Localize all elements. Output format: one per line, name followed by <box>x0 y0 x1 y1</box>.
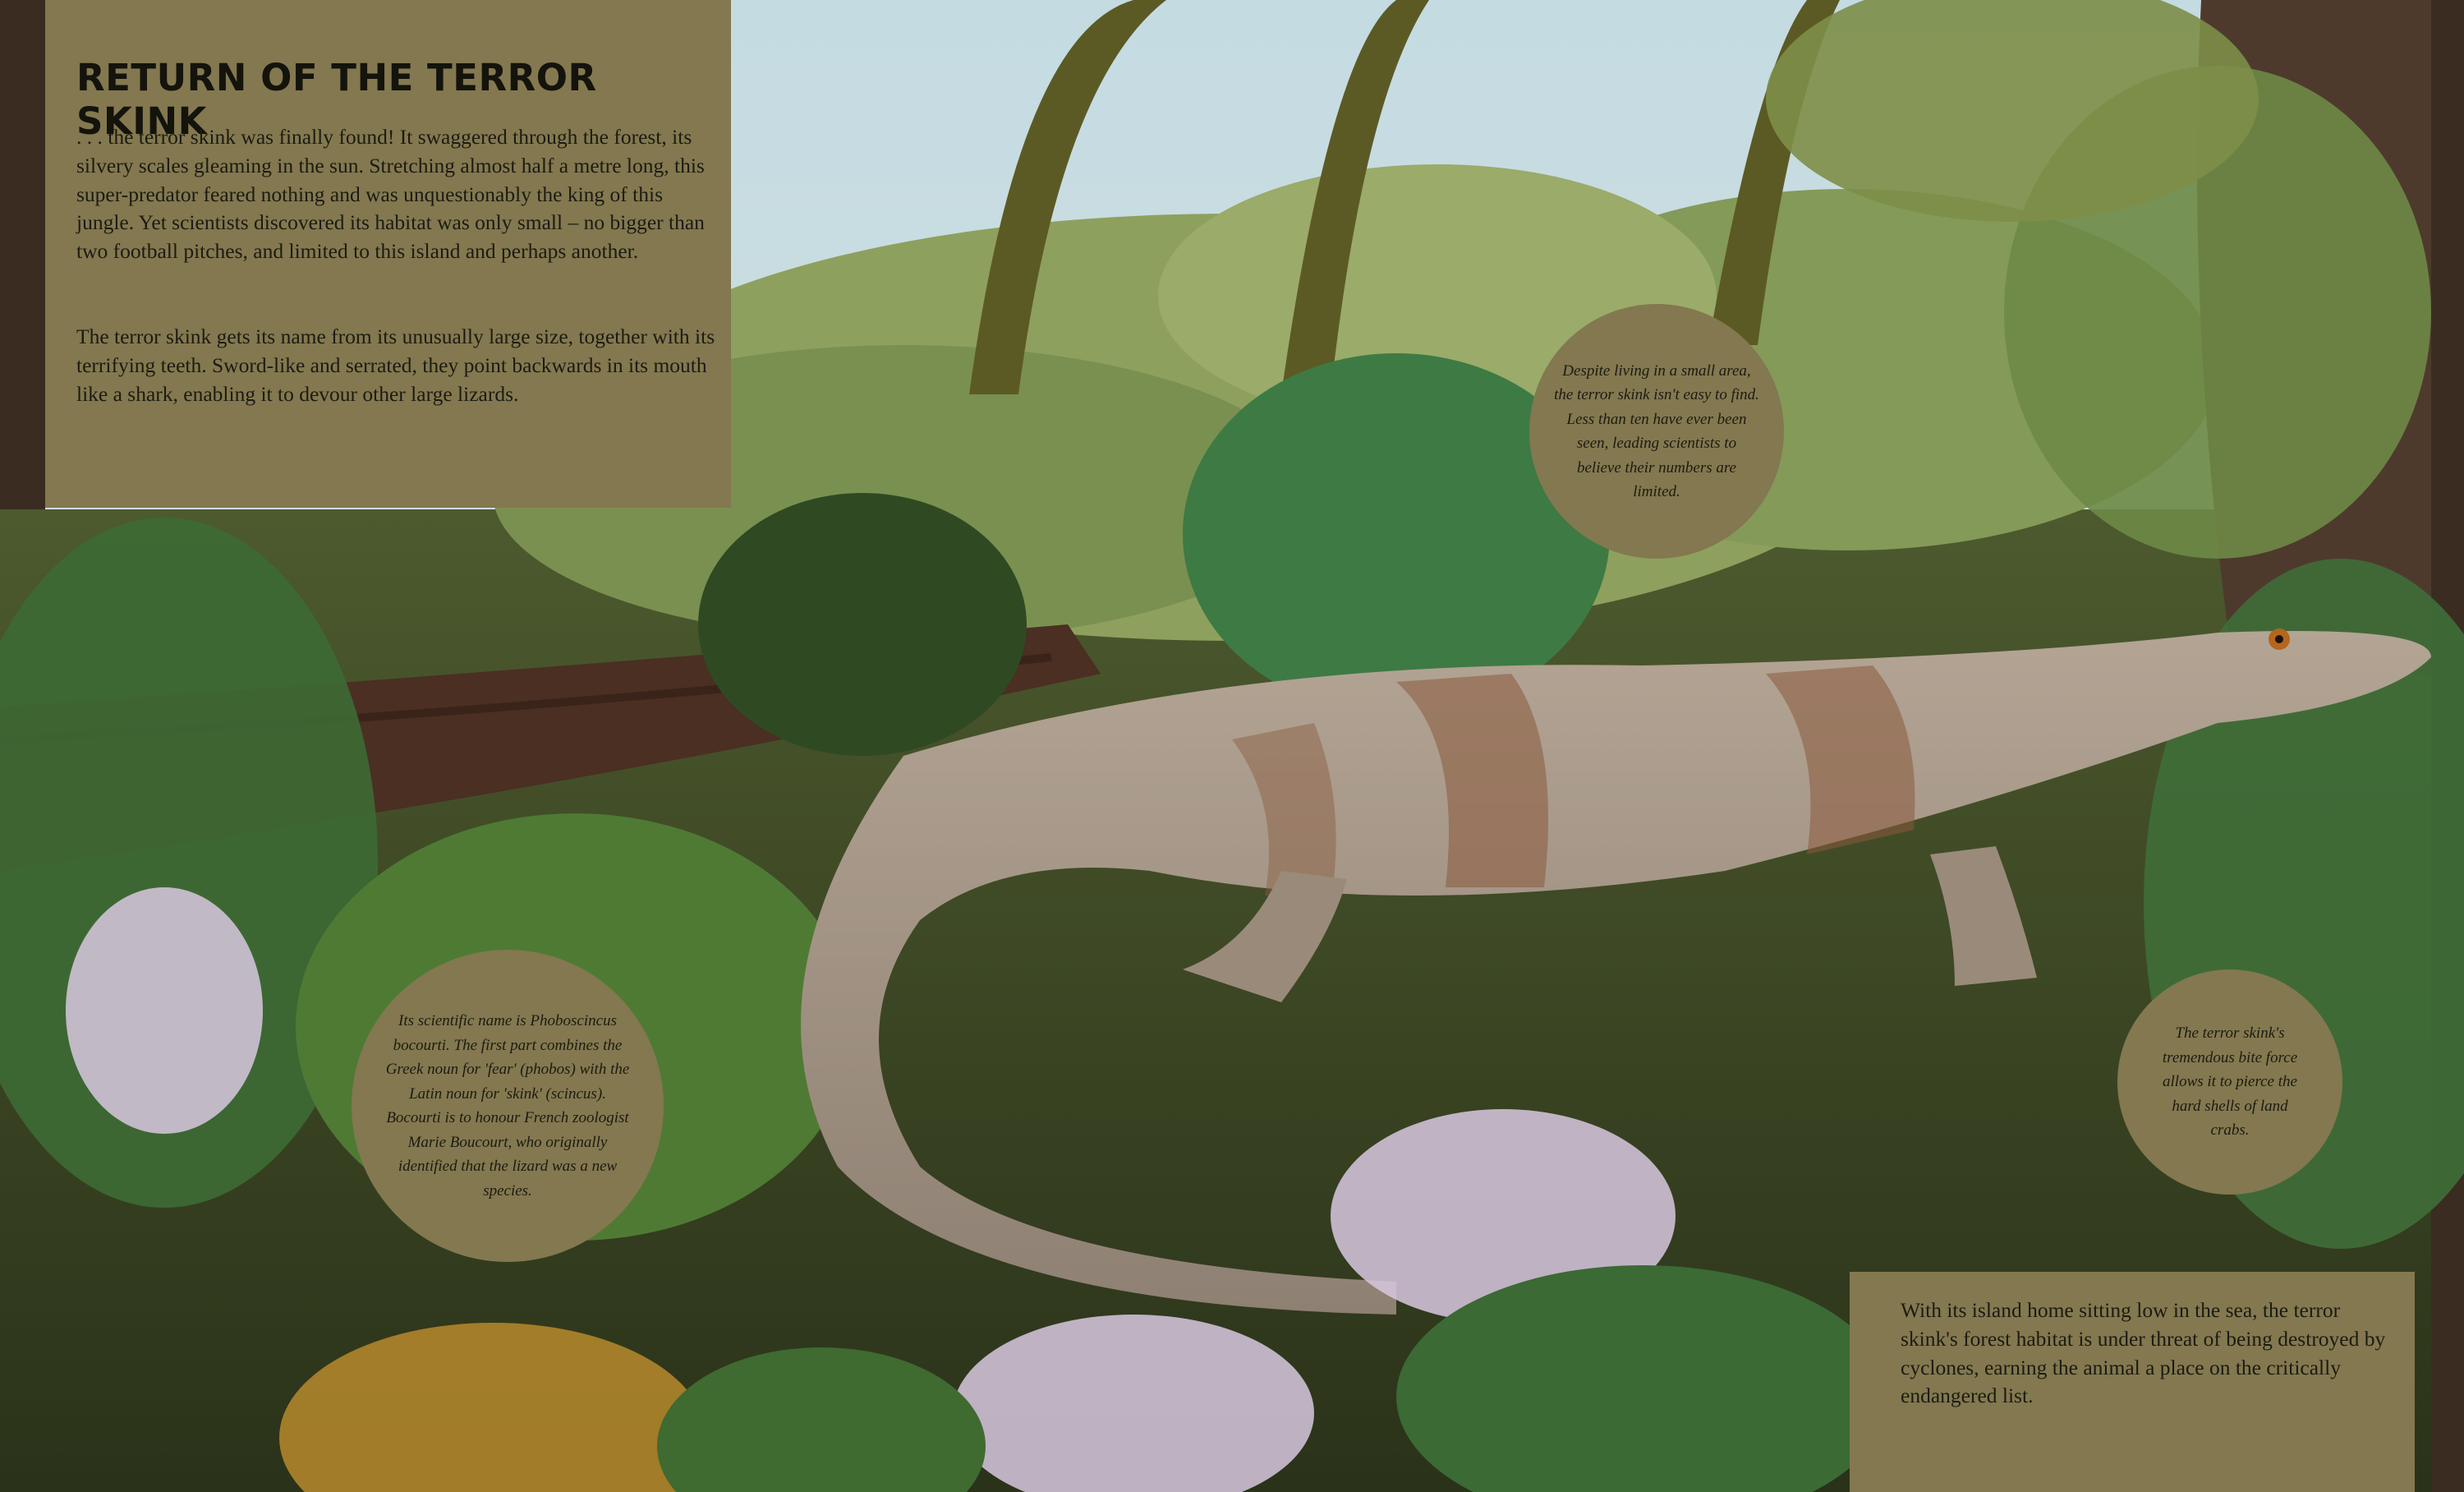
callout-scientific-name-text: Its scientific name is Phoboscincus boco… <box>385 1012 630 1200</box>
callout-habitat-size: Despite living in a small area, the terr… <box>1529 304 1784 559</box>
intro-text-panel: RETURN OF THE TERROR SKINK . . . the ter… <box>45 0 731 508</box>
conservation-note: With its island home sitting low in the … <box>1901 1298 2386 1408</box>
callout-habitat-size-text: Despite living in a small area, the terr… <box>1554 361 1759 501</box>
callout-bite-force-text: The terror skink's tremendous bite force… <box>2162 1025 2298 1140</box>
conservation-panel: With its island home sitting low in the … <box>1850 1272 2415 1492</box>
callout-scientific-name: Its scientific name is Phoboscincus boco… <box>352 950 664 1262</box>
callout-bite-force: The terror skink's tremendous bite force… <box>2117 969 2342 1195</box>
name-origin-paragraph: The terror skink gets its name from its … <box>76 325 715 406</box>
intro-paragraph: . . . the terror skink was finally found… <box>76 125 705 264</box>
